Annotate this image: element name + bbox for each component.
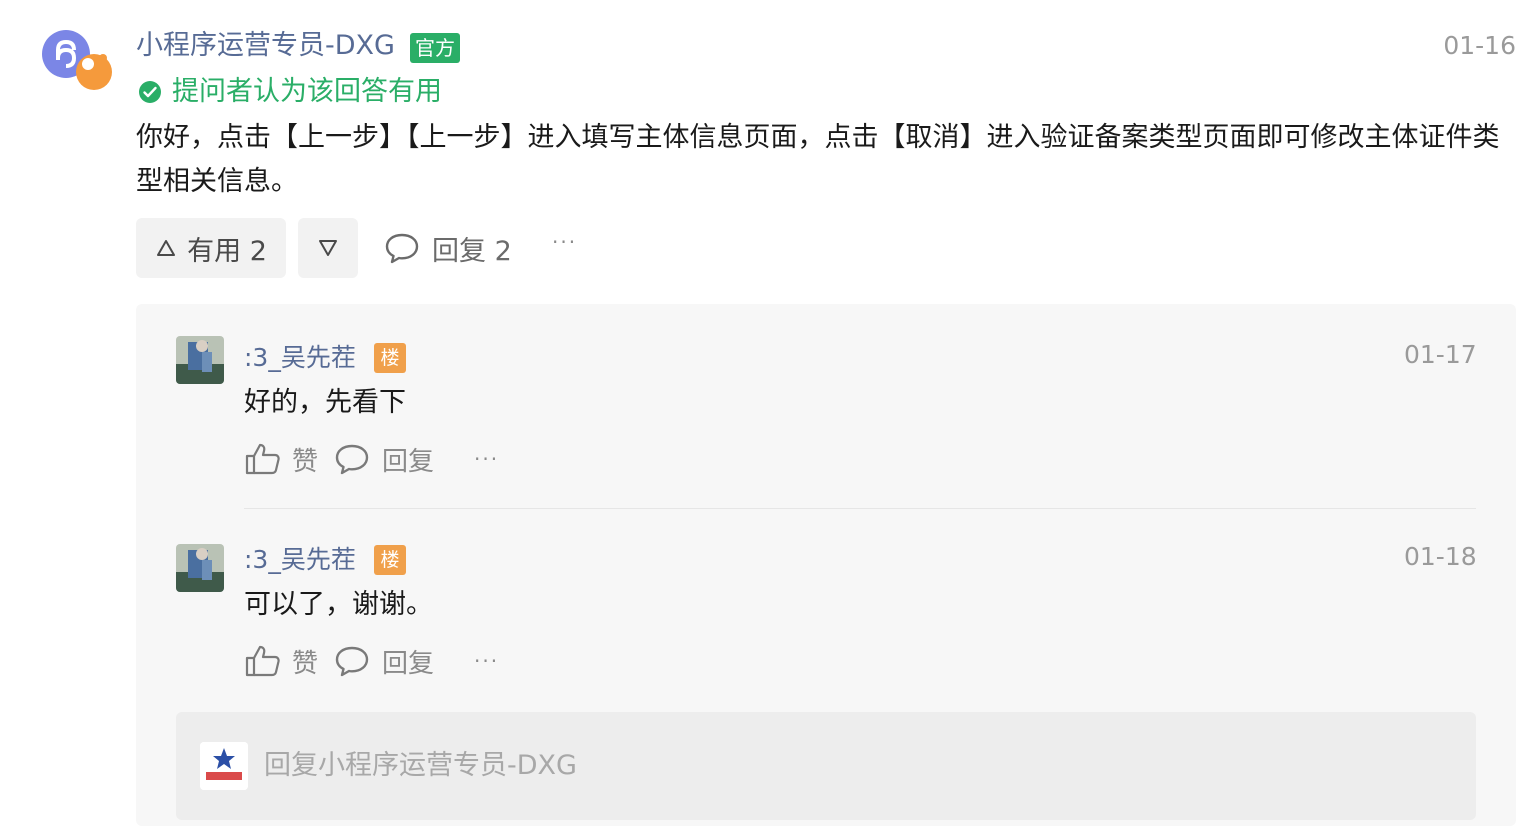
- useful-button[interactable]: 有用 2: [136, 218, 286, 278]
- reply-author-name[interactable]: :3_吴先茬: [244, 540, 356, 580]
- comment-icon: [335, 444, 369, 475]
- reply-author-name[interactable]: :3_吴先茬: [244, 338, 356, 378]
- reply-input-placeholder[interactable]: 回复小程序运营专员-DXG: [264, 745, 577, 787]
- like-label: 赞: [292, 446, 319, 477]
- check-circle-icon: [139, 81, 161, 103]
- floor-badge: 楼: [374, 545, 406, 575]
- answer-text: 你好，点击【上一步】【上一步】进入填写主体信息页面，点击【取消】进入验证备案类型…: [136, 122, 1500, 197]
- reply-label: 回复: [382, 446, 435, 477]
- more-options-button[interactable]: ···: [474, 447, 499, 471]
- thumbs-up-icon: [245, 645, 280, 677]
- thumbs-up-icon: [245, 443, 280, 475]
- comment-icon: [335, 646, 369, 677]
- not-useful-button[interactable]: [298, 218, 358, 278]
- reply-actions: 赞 回复 ···: [244, 438, 499, 480]
- triangle-down-icon: [319, 240, 337, 256]
- reply-button[interactable]: 回复: [334, 441, 434, 478]
- reply-text: 可以了，谢谢。: [244, 589, 433, 620]
- official-avatar[interactable]: [40, 28, 112, 94]
- current-user-avatar: [200, 742, 248, 790]
- reply-date: 01-18: [1404, 542, 1477, 571]
- accepted-indicator: 提问者认为该回答有用: [136, 72, 442, 112]
- useful-label: 有用 2: [187, 235, 267, 267]
- like-label: 赞: [292, 648, 319, 679]
- reply-label: 回复: [382, 648, 435, 679]
- reply-text: 好的，先看下: [244, 387, 406, 418]
- reply-date: 01-17: [1404, 340, 1477, 369]
- accepted-label: 提问者认为该回答有用: [172, 76, 442, 107]
- reply-avatar[interactable]: [176, 336, 224, 384]
- reply-actions: 赞 回复 ···: [244, 640, 499, 682]
- reply-avatar[interactable]: [176, 544, 224, 592]
- answer-author-name[interactable]: 小程序运营专员-DXG: [136, 26, 395, 66]
- more-options-button[interactable]: ···: [552, 230, 577, 254]
- reply-label: 回复 2: [432, 235, 512, 267]
- reply-button[interactable]: 回复: [334, 643, 434, 680]
- reply-button[interactable]: 回复 2: [384, 218, 512, 278]
- comment-icon: [385, 233, 419, 264]
- more-options-button[interactable]: ···: [474, 649, 499, 673]
- answer-date: 01-16: [1443, 31, 1516, 60]
- official-badge: 官方: [410, 33, 460, 63]
- reply-divider: [244, 508, 1476, 509]
- triangle-up-icon: [157, 240, 176, 256]
- like-button[interactable]: 赞: [244, 441, 318, 478]
- floor-badge: 楼: [374, 343, 406, 373]
- like-button[interactable]: 赞: [244, 643, 318, 680]
